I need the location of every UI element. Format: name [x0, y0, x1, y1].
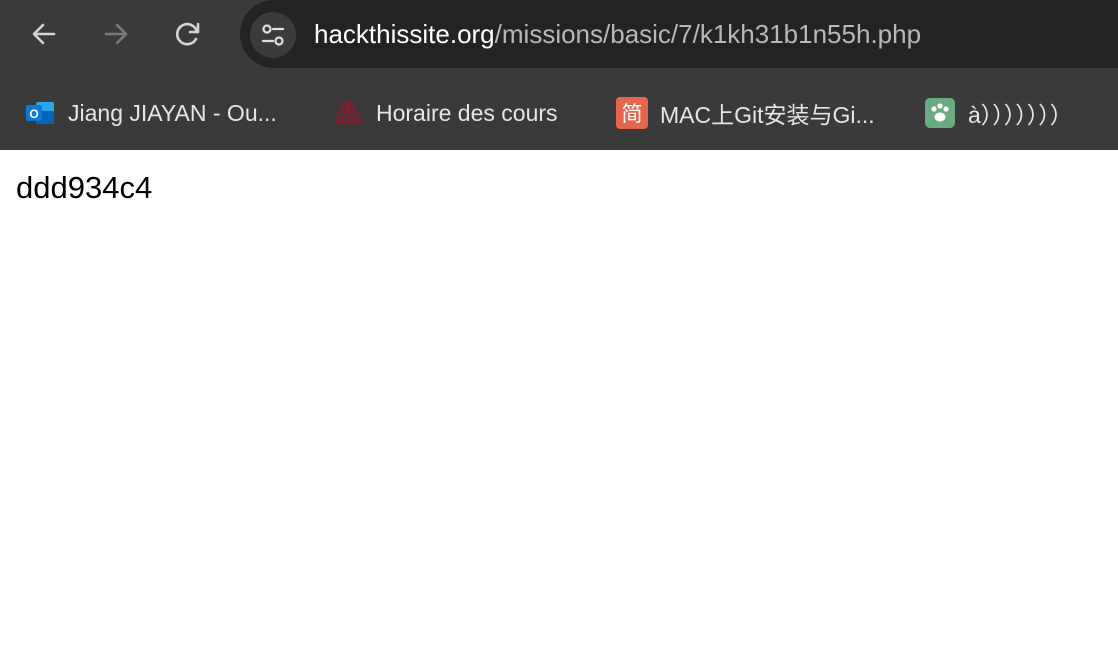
url-path: /missions/basic/7/k1kh31b1n55h.php — [494, 19, 922, 49]
arrow-right-icon — [104, 23, 128, 45]
bookmark-label: Jiang JIAYAN - Ou... — [68, 99, 277, 126]
reload-icon — [176, 22, 200, 46]
bookmark-label: MAC上Git安装与Gi... — [660, 102, 875, 128]
tune-icon — [261, 24, 285, 46]
bookmark-outlook[interactable]: O Jiang JIAYAN - Ou... — [24, 96, 277, 130]
url-host: hackthissite.org — [314, 19, 495, 49]
jianshu-icon: 简 — [616, 97, 648, 129]
svg-text:O: O — [29, 107, 38, 121]
page-text: ddd934c4 — [16, 170, 153, 205]
bookmark-horaire[interactable]: Horaire des cours — [332, 96, 558, 130]
browser-chrome: hackthissite.org/missions/basic/7/k1kh31… — [0, 0, 1118, 150]
address-bar[interactable]: hackthissite.org/missions/basic/7/k1kh31… — [240, 0, 1118, 68]
svg-text:简: 简 — [622, 102, 643, 126]
bookmark-label: à））））））） — [968, 102, 1073, 128]
back-button[interactable] — [24, 14, 64, 54]
browser-toolbar: hackthissite.org/missions/basic/7/k1kh31… — [0, 0, 1118, 68]
url-text[interactable]: hackthissite.org/missions/basic/7/k1kh31… — [314, 0, 921, 68]
outlook-icon: O — [24, 97, 56, 129]
bookmark-jianshu[interactable]: 简 MAC上Git安装与Gi... — [616, 96, 875, 130]
reload-button[interactable] — [168, 14, 208, 54]
bookmark-paw[interactable]: à））））））） — [924, 96, 1073, 130]
bookmark-label: Horaire des cours — [376, 99, 558, 126]
forward-button[interactable] — [96, 14, 136, 54]
site-info-button[interactable] — [250, 12, 296, 58]
paw-icon — [924, 97, 956, 129]
school-logo-icon — [332, 97, 364, 129]
arrow-left-icon — [32, 23, 56, 45]
bookmarks-bar: O Jiang JIAYAN - Ou... Horaire des cours — [0, 80, 1118, 146]
page-content: ddd934c4 — [0, 150, 1118, 650]
